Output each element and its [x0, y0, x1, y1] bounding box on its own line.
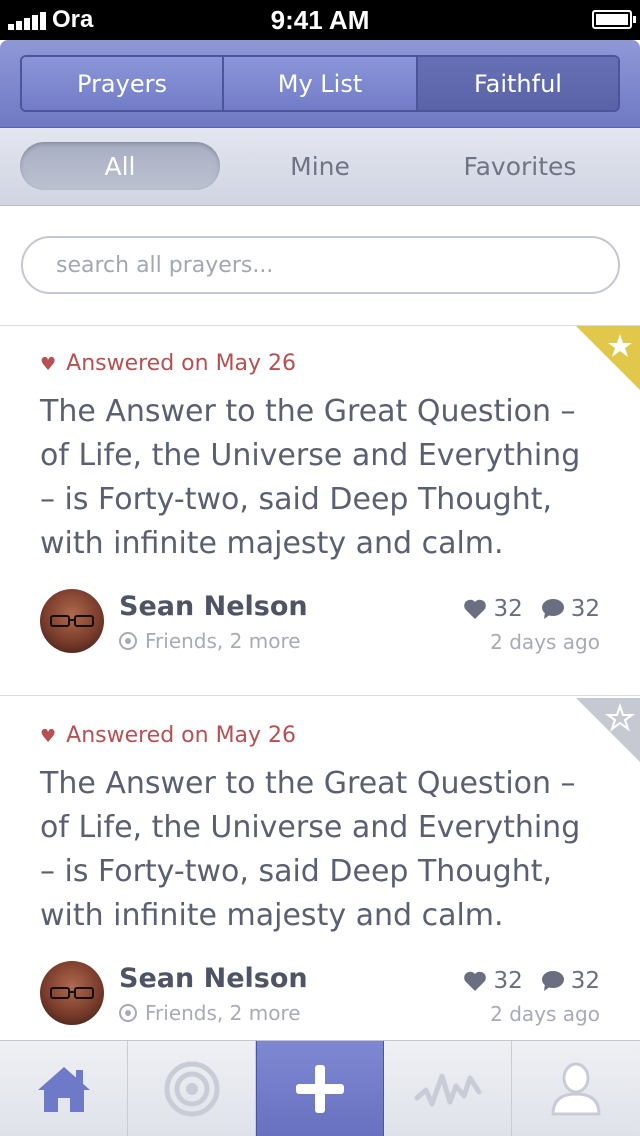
filter-favorites[interactable]: Favorites: [420, 142, 620, 190]
like-button[interactable]: 32: [463, 596, 523, 622]
author-name[interactable]: Sean Nelson: [119, 963, 308, 994]
filter-mine[interactable]: Mine: [220, 142, 420, 190]
search-area: [0, 206, 640, 326]
segmented-control: Prayers My List Faithful: [20, 55, 620, 112]
stats: 32 32: [445, 968, 600, 994]
activity-icon: [414, 1073, 481, 1107]
answered-label: Answered on May 26: [66, 723, 297, 748]
battery-icon: [592, 10, 636, 29]
avatar[interactable]: [40, 589, 104, 653]
audience-label: Friends, 2 more: [145, 1001, 301, 1025]
filter-bar: All Mine Favorites: [0, 128, 640, 206]
answered-status: ♥ Answered on May 26: [40, 351, 296, 376]
tab-activity[interactable]: [384, 1041, 512, 1136]
audience-icon: [119, 632, 137, 650]
home-icon: [37, 1067, 90, 1112]
tab-home[interactable]: [0, 1041, 128, 1136]
tab-profile[interactable]: [512, 1041, 640, 1136]
audience: Friends, 2 more: [119, 629, 301, 653]
timestamp: 2 days ago: [490, 630, 600, 654]
audience-icon: [119, 1004, 137, 1022]
stats: 32 32: [445, 596, 600, 622]
tab-target[interactable]: [128, 1041, 256, 1136]
tab-bar: [0, 1040, 640, 1136]
prayer-text: The Answer to the Great Question – of Li…: [40, 766, 581, 933]
heart-icon: [464, 971, 487, 991]
top-navigation: Prayers My List Faithful: [0, 40, 640, 128]
comment-icon: [541, 971, 564, 991]
audience: Friends, 2 more: [119, 1001, 301, 1025]
add-button[interactable]: [256, 1041, 384, 1136]
avatar-glasses: [50, 987, 94, 999]
filter-all[interactable]: All: [20, 142, 220, 190]
heart-icon: ♥: [40, 354, 57, 375]
favorite-star-icon[interactable]: [576, 326, 640, 390]
search-input[interactable]: [21, 236, 620, 294]
avatar[interactable]: [40, 961, 104, 1025]
comment-icon: [541, 599, 564, 619]
tab-faithful[interactable]: Faithful: [418, 57, 618, 110]
status-time: 9:41 AM: [270, 5, 370, 35]
plus-icon: [296, 1065, 344, 1113]
tab-my-list[interactable]: My List: [224, 57, 418, 110]
comment-count: 32: [570, 968, 600, 994]
prayer-text: The Answer to the Great Question – of Li…: [40, 394, 581, 561]
status-bar: Ora 9:41 AM: [0, 0, 640, 40]
favorite-star-icon[interactable]: [576, 698, 640, 762]
comment-count: 32: [570, 596, 600, 622]
avatar-glasses: [50, 615, 94, 627]
timestamp: 2 days ago: [490, 1002, 600, 1026]
answered-label: Answered on May 26: [66, 351, 297, 376]
comment-button[interactable]: 32: [541, 596, 600, 622]
app-screen: Ora 9:41 AM Prayers My List Faithful All…: [0, 0, 640, 1136]
target-icon: [164, 1061, 219, 1117]
audience-label: Friends, 2 more: [145, 629, 301, 653]
heart-icon: ♥: [40, 726, 57, 747]
answered-status: ♥ Answered on May 26: [40, 723, 296, 748]
heart-icon: [464, 599, 487, 619]
comment-button[interactable]: 32: [541, 968, 600, 994]
like-count: 32: [493, 968, 523, 994]
like-button[interactable]: 32: [463, 968, 523, 994]
prayer-card[interactable]: ♥ Answered on May 26 The Answer to the Gr…: [0, 698, 640, 1040]
like-count: 32: [493, 596, 523, 622]
author-name[interactable]: Sean Nelson: [119, 591, 308, 622]
profile-icon: [551, 1062, 601, 1116]
tab-prayers[interactable]: Prayers: [22, 57, 224, 110]
prayer-card[interactable]: ♥ Answered on May 26 The Answer to the Gr…: [0, 326, 640, 696]
